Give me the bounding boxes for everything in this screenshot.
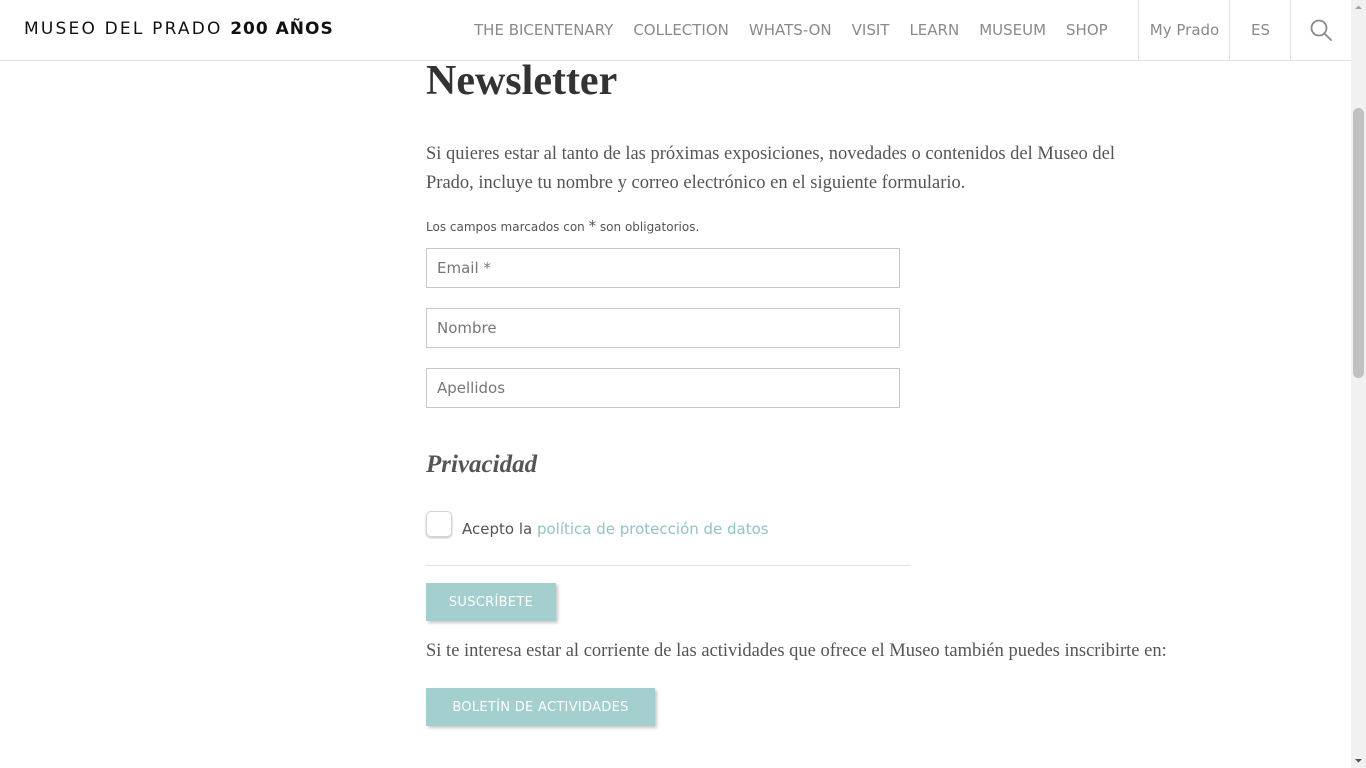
nav-item-visit[interactable]: VISIT — [852, 21, 890, 39]
logo-text-bold: 200 AÑOS — [230, 19, 334, 39]
privacy-policy-link[interactable]: política de protección de datos — [537, 520, 769, 538]
vertical-scrollbar[interactable] — [1351, 0, 1366, 768]
page-title: Newsletter — [426, 58, 618, 104]
activities-text: Si te interesa estar al corriente de las… — [426, 641, 1167, 661]
site-logo[interactable]: MUSEO DEL PRADO 200 AÑOS — [24, 19, 334, 39]
required-star: * — [588, 217, 597, 235]
nav-item-learn[interactable]: LEARN — [909, 21, 959, 39]
nav-item-shop[interactable]: SHOP — [1066, 21, 1108, 39]
logo-text: MUSEO DEL PRADO — [24, 19, 231, 39]
required-note-after: son obligatorios. — [596, 220, 700, 234]
required-note: Los campos marcados con * son obligatori… — [426, 217, 699, 235]
search-icon — [1310, 19, 1332, 41]
scroll-up-arrow-icon[interactable] — [1351, 0, 1366, 15]
email-field[interactable] — [426, 248, 900, 288]
privacy-label: Acepto la política de protección de dato… — [462, 520, 769, 538]
activities-newsletter-button[interactable]: BOLETÍN DE ACTIVIDADES — [426, 688, 655, 726]
accept-prefix: Acepto la — [462, 520, 537, 538]
nav-item-whats-on[interactable]: WHATS-ON — [749, 21, 832, 39]
nav-item-museum[interactable]: MUSEUM — [979, 21, 1046, 39]
scrollbar-thumb[interactable] — [1353, 108, 1364, 378]
form-divider — [426, 565, 910, 566]
main-nav: THE BICENTENARY COLLECTION WHATS-ON VISI… — [474, 0, 1108, 60]
subscribe-button[interactable]: SUSCRÍBETE — [426, 583, 556, 621]
required-note-before: Los campos marcados con — [426, 220, 589, 234]
apellidos-field[interactable] — [426, 368, 900, 408]
my-prado-link[interactable]: My Prado — [1138, 0, 1230, 60]
intro-text: Si quieres estar al tanto de las próxima… — [426, 144, 1115, 193]
nombre-field[interactable] — [426, 308, 900, 348]
language-selector[interactable]: ES — [1229, 0, 1291, 60]
privacy-heading: Privacidad — [426, 451, 538, 478]
search-button[interactable] — [1290, 0, 1351, 60]
privacy-checkbox[interactable] — [426, 511, 452, 537]
scroll-down-arrow-icon[interactable] — [1351, 753, 1366, 768]
site-header: MUSEO DEL PRADO 200 AÑOS THE BICENTENARY… — [0, 0, 1351, 61]
nav-item-collection[interactable]: COLLECTION — [633, 21, 729, 39]
nav-item-bicentenary[interactable]: THE BICENTENARY — [474, 21, 613, 39]
